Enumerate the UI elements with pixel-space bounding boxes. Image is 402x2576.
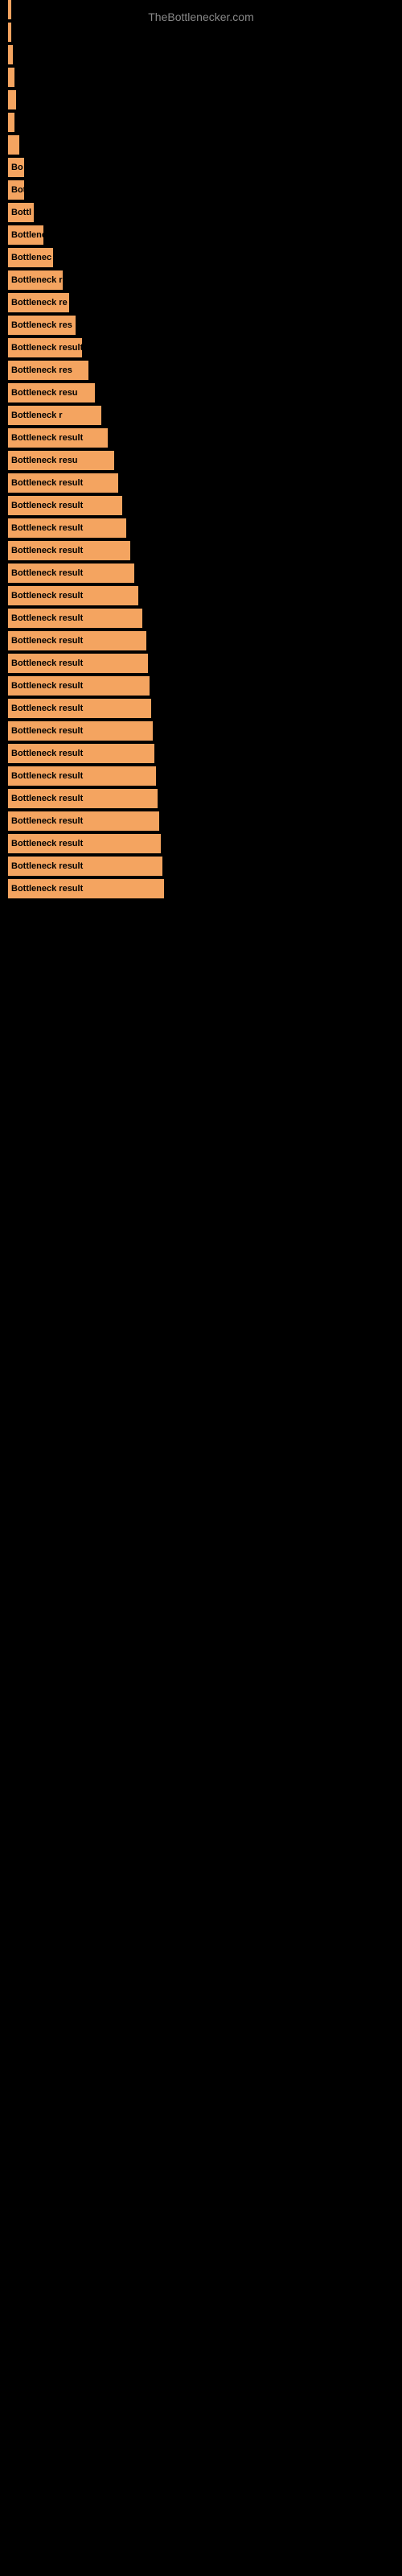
bottleneck-bar (8, 68, 14, 87)
bottleneck-bar: Bottleneck result (8, 654, 148, 673)
bar-item: Bottleneck result (8, 676, 394, 696)
bars-container: Bo Bot Bottl Bottlene Bottlenec Bottleneck r B… (0, 0, 402, 898)
bottleneck-bar: Bottleneck re (8, 293, 69, 312)
bottleneck-bar: Bottleneck result (8, 541, 130, 560)
bar-item: Bottleneck result (8, 834, 394, 853)
bar-item: Bottleneck resu (8, 383, 394, 402)
bottleneck-bar: Bottleneck result (8, 496, 122, 515)
bottleneck-bar: Bottleneck resu (8, 451, 114, 470)
bar-item (8, 113, 394, 132)
bottleneck-bar: Bottl (8, 203, 34, 222)
bottleneck-bar: Bottlenec (8, 248, 53, 267)
bar-item: Bottleneck re (8, 293, 394, 312)
bottleneck-bar: Bottleneck res (8, 361, 88, 380)
bar-item (8, 135, 394, 155)
bottleneck-bar: Bottleneck result (8, 586, 138, 605)
bottleneck-bar (8, 23, 11, 42)
bottleneck-bar: Bottleneck r (8, 270, 63, 290)
bar-item: Bottleneck result (8, 428, 394, 448)
bar-item: Bottleneck result (8, 766, 394, 786)
bar-item: Bottleneck result (8, 609, 394, 628)
bar-item: Bottleneck result (8, 721, 394, 741)
bottleneck-bar (8, 0, 11, 19)
bar-item: Bot (8, 180, 394, 200)
bar-item: Bottleneck result (8, 699, 394, 718)
bar-item: Bottleneck result (8, 857, 394, 876)
bottleneck-bar: Bottleneck result (8, 428, 108, 448)
bottleneck-bar (8, 135, 19, 155)
bottleneck-bar: Bottleneck result (8, 631, 146, 650)
bar-item (8, 23, 394, 42)
bottleneck-bar: Bottleneck result (8, 721, 153, 741)
bottleneck-bar: Bottleneck result (8, 473, 118, 493)
bottleneck-bar (8, 45, 13, 64)
bar-item: Bottleneck result (8, 518, 394, 538)
bar-item: Bo (8, 158, 394, 177)
bottleneck-bar: Bottleneck result (8, 518, 126, 538)
bottleneck-bar: Bottleneck result (8, 338, 82, 357)
bar-item (8, 45, 394, 64)
bottleneck-bar: Bottleneck res (8, 316, 76, 335)
bottleneck-bar: Bot (8, 180, 24, 200)
bar-item: Bottleneck resu (8, 451, 394, 470)
bottleneck-bar: Bottleneck r (8, 406, 101, 425)
bar-item (8, 68, 394, 87)
bottleneck-bar: Bo (8, 158, 24, 177)
bottleneck-bar: Bottleneck result (8, 857, 162, 876)
bottleneck-bar: Bottleneck result (8, 811, 159, 831)
bar-item: Bottleneck result (8, 338, 394, 357)
bar-item (8, 0, 394, 19)
bottleneck-bar: Bottleneck resu (8, 383, 95, 402)
bottleneck-bar: Bottleneck result (8, 834, 161, 853)
bottleneck-bar: Bottleneck result (8, 744, 154, 763)
bar-item: Bottlene (8, 225, 394, 245)
bottleneck-bar: Bottleneck result (8, 609, 142, 628)
bar-item: Bottleneck result (8, 564, 394, 583)
bottleneck-bar: Bottleneck result (8, 789, 158, 808)
bar-item (8, 90, 394, 109)
bottleneck-bar (8, 90, 16, 109)
bottleneck-bar (8, 113, 14, 132)
bar-item: Bottleneck result (8, 631, 394, 650)
bar-item: Bottleneck result (8, 744, 394, 763)
bar-item: Bottleneck result (8, 811, 394, 831)
bar-item: Bottleneck result (8, 586, 394, 605)
bar-item: Bottleneck result (8, 879, 394, 898)
bottleneck-bar: Bottleneck result (8, 879, 164, 898)
bar-item: Bottleneck res (8, 361, 394, 380)
bar-item: Bottleneck result (8, 654, 394, 673)
bottleneck-bar: Bottleneck result (8, 766, 156, 786)
bottleneck-bar: Bottleneck result (8, 676, 150, 696)
bar-item: Bottleneck r (8, 406, 394, 425)
bar-item: Bottlenec (8, 248, 394, 267)
bar-item: Bottl (8, 203, 394, 222)
bar-item: Bottleneck result (8, 473, 394, 493)
bar-item: Bottleneck res (8, 316, 394, 335)
bar-item: Bottleneck result (8, 541, 394, 560)
bar-item: Bottleneck result (8, 789, 394, 808)
bar-item: Bottleneck result (8, 496, 394, 515)
bottleneck-bar: Bottleneck result (8, 564, 134, 583)
bottleneck-bar: Bottleneck result (8, 699, 151, 718)
bottleneck-bar: Bottlene (8, 225, 43, 245)
bar-item: Bottleneck r (8, 270, 394, 290)
